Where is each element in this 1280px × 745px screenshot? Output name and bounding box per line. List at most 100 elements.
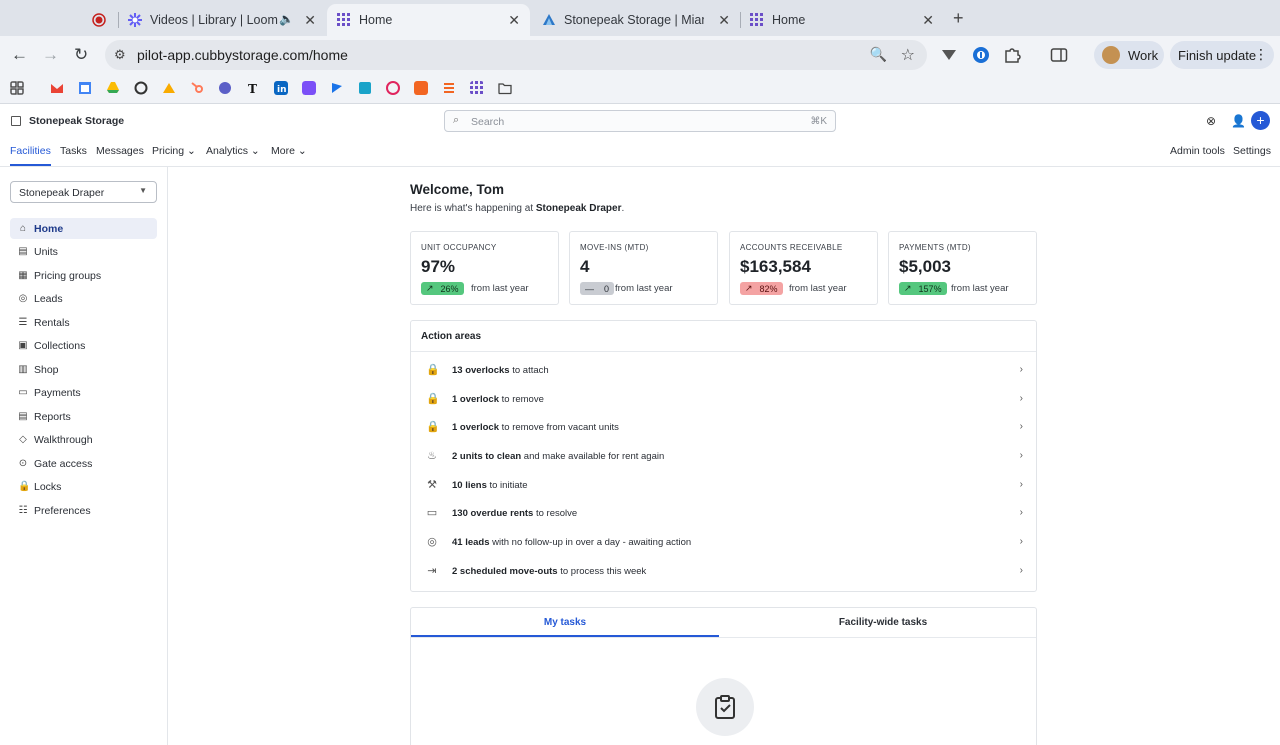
profile-button[interactable]: Work <box>1094 41 1164 69</box>
password-manager-icon[interactable] <box>972 46 990 64</box>
close-tab-icon[interactable]: ✕ <box>508 12 520 28</box>
app-icon[interactable] <box>218 81 232 95</box>
svg-text:in: in <box>277 85 287 95</box>
drive-icon[interactable] <box>106 81 120 95</box>
chevron-right-icon: › <box>1019 507 1023 518</box>
address-bar[interactable]: ⚙ pilot-app.cubbystorage.com/home 🔍 ☆ <box>105 40 927 70</box>
speaker-icon[interactable]: 🔈 <box>279 12 294 26</box>
calendar-icon[interactable] <box>78 81 92 95</box>
sidebar-item-shop[interactable]: ▥ Shop <box>10 359 157 380</box>
site-settings-icon[interactable]: ⚙ <box>114 47 126 63</box>
action-row-overlocks-attach[interactable]: 🔒 13 overlocks to attach › <box>411 356 1036 384</box>
nav-facilities[interactable]: Facilities <box>10 145 51 166</box>
brand-name: Stonepeak Storage <box>29 115 125 127</box>
kpi-card-receivable: ACCOUNTS RECEIVABLE $163,584 ↗ 82% from l… <box>729 231 878 305</box>
action-row-overlock-remove[interactable]: 🔒 1 overlock to remove › <box>411 385 1036 413</box>
sidebar-item-home[interactable]: ⌂ Home <box>10 218 157 239</box>
extensions-puzzle-icon[interactable] <box>1003 46 1021 64</box>
sidebar-item-pricing-groups[interactable]: ▦ Pricing groups <box>10 265 157 286</box>
collections-icon: ▣ <box>18 340 28 351</box>
action-row-overdue-rents[interactable]: ▭ 130 overdue rents to resolve › <box>411 499 1036 527</box>
facility-select[interactable]: Stonepeak Draper ▼ <box>10 181 157 203</box>
finish-update-button[interactable]: Finish update ⋮ <box>1170 41 1274 69</box>
reload-icon[interactable]: ↻ <box>74 45 88 65</box>
sidebar-item-leads[interactable]: ◎ Leads <box>10 288 157 309</box>
sidebar-item-payments[interactable]: ▭ Payments <box>10 382 157 403</box>
loom-icon <box>128 13 142 27</box>
reports-icon: ▤ <box>18 411 28 422</box>
search-placeholder: Search <box>471 116 505 128</box>
add-button[interactable]: + <box>1251 111 1270 130</box>
tab-title: Videos | Library | Loom <box>150 13 278 27</box>
openai-icon[interactable] <box>134 81 148 95</box>
nav-settings[interactable]: Settings <box>1233 145 1271 157</box>
chevron-right-icon: › <box>1019 450 1023 461</box>
more-menu-icon[interactable]: ⋮ <box>1254 46 1268 63</box>
tab-my-tasks[interactable]: My tasks <box>411 608 719 637</box>
bookmarks-bar: T in <box>0 74 1280 104</box>
sidebar-item-reports[interactable]: ▤ Reports <box>10 406 157 427</box>
extension-icon[interactable] <box>940 46 958 64</box>
app-icon[interactable] <box>358 81 372 95</box>
app-icon[interactable] <box>330 81 344 95</box>
folder-icon[interactable] <box>498 81 512 95</box>
app-icon[interactable] <box>302 81 316 95</box>
tab-loom[interactable]: Videos | Library | Loom 🔈 ✕ <box>118 4 326 36</box>
close-tab-icon[interactable]: ✕ <box>304 12 316 28</box>
app-icon[interactable] <box>414 81 428 95</box>
sidebar-item-gate-access[interactable]: ⊙ Gate access <box>10 453 157 474</box>
forward-icon[interactable]: → <box>42 45 59 65</box>
new-tab-icon[interactable]: + <box>953 9 964 27</box>
nyt-icon[interactable]: T <box>246 81 260 95</box>
preferences-icon: ☷ <box>18 505 28 516</box>
action-areas-title: Action areas <box>421 331 482 342</box>
linkedin-icon[interactable]: in <box>274 81 288 95</box>
sidebar-item-units[interactable]: ▤ Units <box>10 241 157 262</box>
sidebar-item-rentals[interactable]: ☰ Rentals <box>10 312 157 333</box>
action-row-move-outs[interactable]: ⇥ 2 scheduled move-outs to process this w… <box>411 557 1036 585</box>
action-row-liens[interactable]: ⚒ 10 liens to initiate › <box>411 471 1036 499</box>
sidebar-item-locks[interactable]: 🔒 Locks <box>10 476 157 497</box>
facility-select-value: Stonepeak Draper <box>19 187 105 199</box>
user-icon[interactable]: 👤 <box>1231 114 1246 128</box>
kpi-from: from last year <box>789 283 847 294</box>
tab-recording[interactable] <box>82 4 118 36</box>
sidebar-item-preferences[interactable]: ☷ Preferences <box>10 500 157 521</box>
back-icon[interactable]: ← <box>11 45 28 65</box>
tab-home[interactable]: Home ✕ <box>740 4 944 36</box>
lock-icon: 🔒 <box>426 421 440 433</box>
payments-icon: ▭ <box>18 387 28 398</box>
analytics-icon[interactable] <box>162 81 176 95</box>
zoom-icon[interactable]: 🔍 <box>870 46 887 63</box>
close-tab-icon[interactable]: ✕ <box>922 12 934 28</box>
tab-stonepeak[interactable]: Stonepeak Storage | Miami & ✕ <box>532 4 740 36</box>
apps-grid-icon[interactable] <box>10 81 24 95</box>
tab-facility-wide-tasks[interactable]: Facility-wide tasks <box>729 608 1037 637</box>
help-icon[interactable]: ⊗ <box>1206 114 1216 128</box>
brand[interactable]: Stonepeak Storage <box>11 115 124 127</box>
nav-tasks[interactable]: Tasks <box>60 145 87 157</box>
app-icon[interactable] <box>442 81 456 95</box>
nav-more[interactable]: More ⌄ <box>271 145 307 157</box>
sidebar-item-walkthrough[interactable]: ◇ Walkthrough <box>10 429 157 450</box>
close-tab-icon[interactable]: ✕ <box>718 12 730 28</box>
bookmark-star-icon[interactable]: ☆ <box>901 45 915 65</box>
gmail-icon[interactable] <box>50 81 64 95</box>
tab-home-active[interactable]: Home ✕ <box>327 4 530 36</box>
action-row-overlock-vacant[interactable]: 🔒 1 overlock to remove from vacant units › <box>411 413 1036 441</box>
app-icon[interactable] <box>386 81 400 95</box>
nav-pricing[interactable]: Pricing ⌄ <box>152 145 196 157</box>
nav-admin-tools[interactable]: Admin tools <box>1170 145 1225 157</box>
nav-messages[interactable]: Messages <box>96 145 144 157</box>
grid-icon[interactable] <box>470 81 484 95</box>
lock-icon: 🔒 <box>426 393 440 405</box>
action-row-units-clean[interactable]: ♨ 2 units to clean and make available for… <box>411 442 1036 470</box>
action-row-leads[interactable]: ◎ 41 leads with no follow-up in over a da… <box>411 528 1036 556</box>
chevron-down-icon: ▼ <box>139 186 147 195</box>
kpi-value: $5,003 <box>899 257 951 276</box>
sidebar-item-collections[interactable]: ▣ Collections <box>10 335 157 356</box>
side-panel-icon[interactable] <box>1050 46 1068 64</box>
nav-analytics[interactable]: Analytics ⌄ <box>206 145 260 157</box>
search-input[interactable]: ⌕ Search ⌘K <box>444 110 836 132</box>
hubspot-icon[interactable] <box>190 81 204 95</box>
